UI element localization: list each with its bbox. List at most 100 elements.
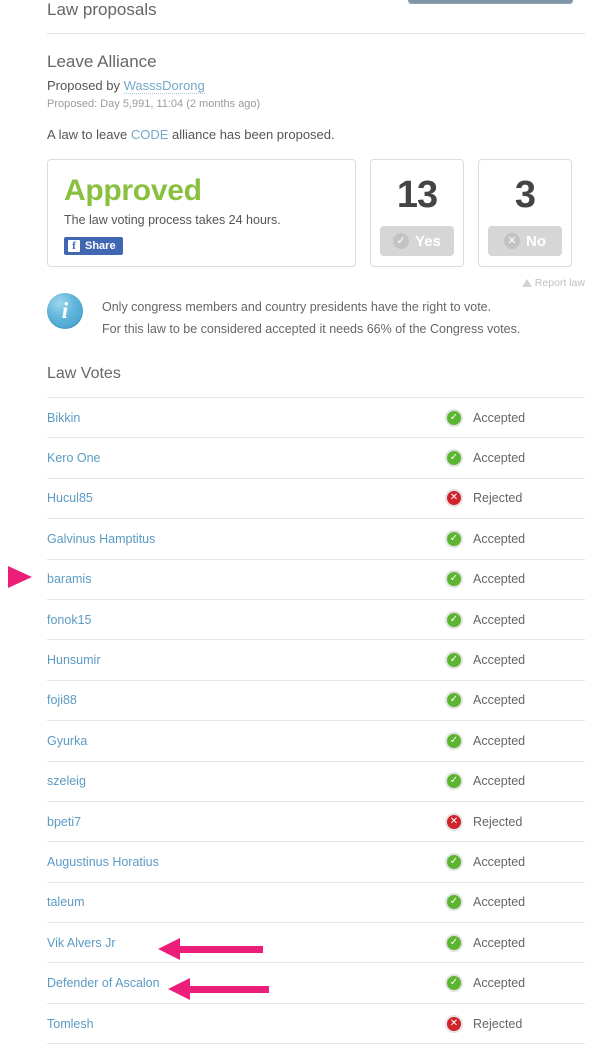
voter-name-link[interactable]: Vik Alvers Jr: [47, 936, 445, 950]
vote-status: ✓ Accepted: [445, 529, 585, 548]
law-votes-title: Law Votes: [47, 365, 121, 382]
vote-status: ✕ Rejected: [445, 1014, 585, 1033]
table-row: Hucul85 ✕ Rejected: [47, 479, 585, 520]
law-description-post: alliance has been proposed.: [168, 127, 335, 142]
voter-name-link[interactable]: baramis: [47, 572, 445, 586]
voter-name-link[interactable]: bpeti7: [47, 815, 445, 829]
accepted-check-icon: ✓: [445, 529, 463, 548]
voter-name-link[interactable]: Kero One: [47, 451, 445, 465]
table-row: Tomlesh ✕ Rejected: [47, 1004, 585, 1045]
vote-status-label: Rejected: [473, 814, 523, 829]
table-row: Augustinus Horatius ✓ Accepted: [47, 842, 585, 883]
table-row: Hunsumir ✓ Accepted: [47, 640, 585, 681]
report-law-label: Report law: [534, 277, 585, 289]
vote-status-label: Accepted: [473, 612, 526, 627]
vote-no-button[interactable]: ✕ No: [488, 226, 562, 256]
page-title: Law proposals: [47, 0, 157, 19]
vote-status-label: Accepted: [473, 653, 526, 668]
vote-status: ✓ Accepted: [445, 570, 585, 589]
proposed-by: Proposed by WasssDorong: [0, 72, 615, 94]
voter-name-link[interactable]: Galvinus Hamptitus: [47, 532, 445, 546]
voter-name-link[interactable]: Gyurka: [47, 734, 445, 748]
vote-status: ✓ Accepted: [445, 852, 585, 871]
x-circle-icon: ✕: [504, 233, 520, 249]
proposer-link[interactable]: WasssDorong: [123, 78, 205, 94]
law-description: A law to leave CODE alliance has been pr…: [0, 111, 615, 143]
voter-name-link[interactable]: Bikkin: [47, 411, 445, 425]
accepted-check-icon: ✓: [445, 651, 463, 670]
vote-status: ✓ Accepted: [445, 893, 585, 912]
result-cards: Approved The law voting process takes 24…: [0, 159, 615, 289]
vote-status-label: Accepted: [473, 976, 526, 991]
accepted-check-icon: ✓: [445, 852, 463, 871]
proposed-timestamp: Proposed: Day 5,991, 11:04 (2 months ago…: [47, 98, 261, 110]
table-row: Vik Alvers Jr ✓ Accepted: [47, 923, 585, 964]
vote-status: ✓ Accepted: [445, 691, 585, 710]
accepted-check-icon: ✓: [445, 731, 463, 750]
accepted-check-icon: ✓: [445, 772, 463, 791]
voter-name-link[interactable]: taleum: [47, 895, 445, 909]
alliance-link[interactable]: CODE: [131, 127, 169, 142]
vote-status-label: Accepted: [473, 854, 526, 869]
vote-status: ✓ Accepted: [445, 933, 585, 952]
voter-name-link[interactable]: Hunsumir: [47, 653, 445, 667]
info-circle-icon: i: [47, 293, 83, 329]
vote-no-label: No: [526, 232, 546, 250]
check-circle-icon: ✓: [393, 233, 410, 249]
table-row: baramis ✓ Accepted: [47, 560, 585, 600]
no-count: 3: [514, 174, 536, 216]
vote-status-label: Accepted: [473, 774, 526, 789]
voting-info-line-2: For this law to be considered accepted i…: [102, 322, 521, 336]
voter-name-link[interactable]: szeleig: [47, 774, 445, 788]
law-description-pre: A law to leave: [47, 127, 131, 142]
vote-status: ✓ Accepted: [445, 651, 585, 670]
vote-status-label: Accepted: [473, 693, 526, 708]
voter-name-link[interactable]: Defender of Ascalon: [47, 976, 445, 990]
vote-status-label: Accepted: [473, 531, 526, 546]
vote-status: ✓ Accepted: [445, 974, 585, 993]
share-label: Share: [85, 240, 116, 252]
table-row: Gyurka ✓ Accepted: [47, 721, 585, 762]
table-row: taleum ✓ Accepted: [47, 883, 585, 924]
report-law-button[interactable]: Report law: [521, 277, 585, 289]
vote-yes-button[interactable]: ✓ Yes: [380, 226, 454, 256]
vote-status: ✓ Accepted: [445, 610, 585, 629]
vote-status: ✓ Accepted: [445, 731, 585, 750]
vote-status: ✕ Rejected: [445, 812, 585, 831]
table-row: Galvinus Hamptitus ✓ Accepted: [47, 519, 585, 560]
law-proposal-page: Law proposals Leave Alliance Proposed by…: [0, 0, 615, 1045]
table-row: Kero One ✓ Accepted: [47, 438, 585, 479]
voter-name-link[interactable]: fonok15: [47, 613, 445, 627]
table-row: bpeti7 ✕ Rejected: [47, 802, 585, 843]
voter-name-link[interactable]: foji88: [47, 693, 445, 707]
vote-status-label: Accepted: [473, 572, 526, 587]
proposed-by-prefix: Proposed by: [47, 78, 124, 93]
facebook-icon: f: [68, 240, 80, 252]
vote-status-label: Rejected: [473, 1016, 523, 1031]
accepted-check-icon: ✓: [445, 449, 463, 468]
law-title: Leave Alliance: [47, 52, 157, 71]
table-row: Defender of Ascalon ✓ Accepted: [47, 963, 585, 1004]
voter-name-link[interactable]: Augustinus Horatius: [47, 855, 445, 869]
warning-triangle-icon: [521, 279, 532, 287]
rejected-x-icon: ✕: [445, 1014, 463, 1033]
accepted-check-icon: ✓: [445, 408, 463, 427]
table-row: szeleig ✓ Accepted: [47, 762, 585, 802]
vote-status: ✓ Accepted: [445, 408, 585, 427]
vote-status-label: Accepted: [473, 935, 526, 950]
vote-status-label: Accepted: [473, 451, 526, 466]
voter-name-link[interactable]: Tomlesh: [47, 1017, 445, 1031]
approved-card: Approved The law voting process takes 24…: [47, 159, 356, 267]
law-votes-list: Bikkin ✓ Accepted Kero One ✓ Accepted Hucul85 ✕…: [47, 397, 585, 1045]
vote-status-label: Accepted: [473, 895, 526, 910]
voting-process-note: The law voting process takes 24 hours.: [64, 213, 281, 227]
table-row: foji88 ✓ Accepted: [47, 681, 585, 722]
vote-status-label: Accepted: [473, 733, 526, 748]
law-status: Approved: [64, 174, 202, 207]
voter-name-link[interactable]: Hucul85: [47, 491, 445, 505]
table-row: Bikkin ✓ Accepted: [47, 398, 585, 439]
rejected-x-icon: ✕: [445, 812, 463, 831]
voting-info-text: Only congress members and country presid…: [83, 293, 520, 340]
accepted-check-icon: ✓: [445, 893, 463, 912]
facebook-share-button[interactable]: f Share: [64, 237, 123, 255]
